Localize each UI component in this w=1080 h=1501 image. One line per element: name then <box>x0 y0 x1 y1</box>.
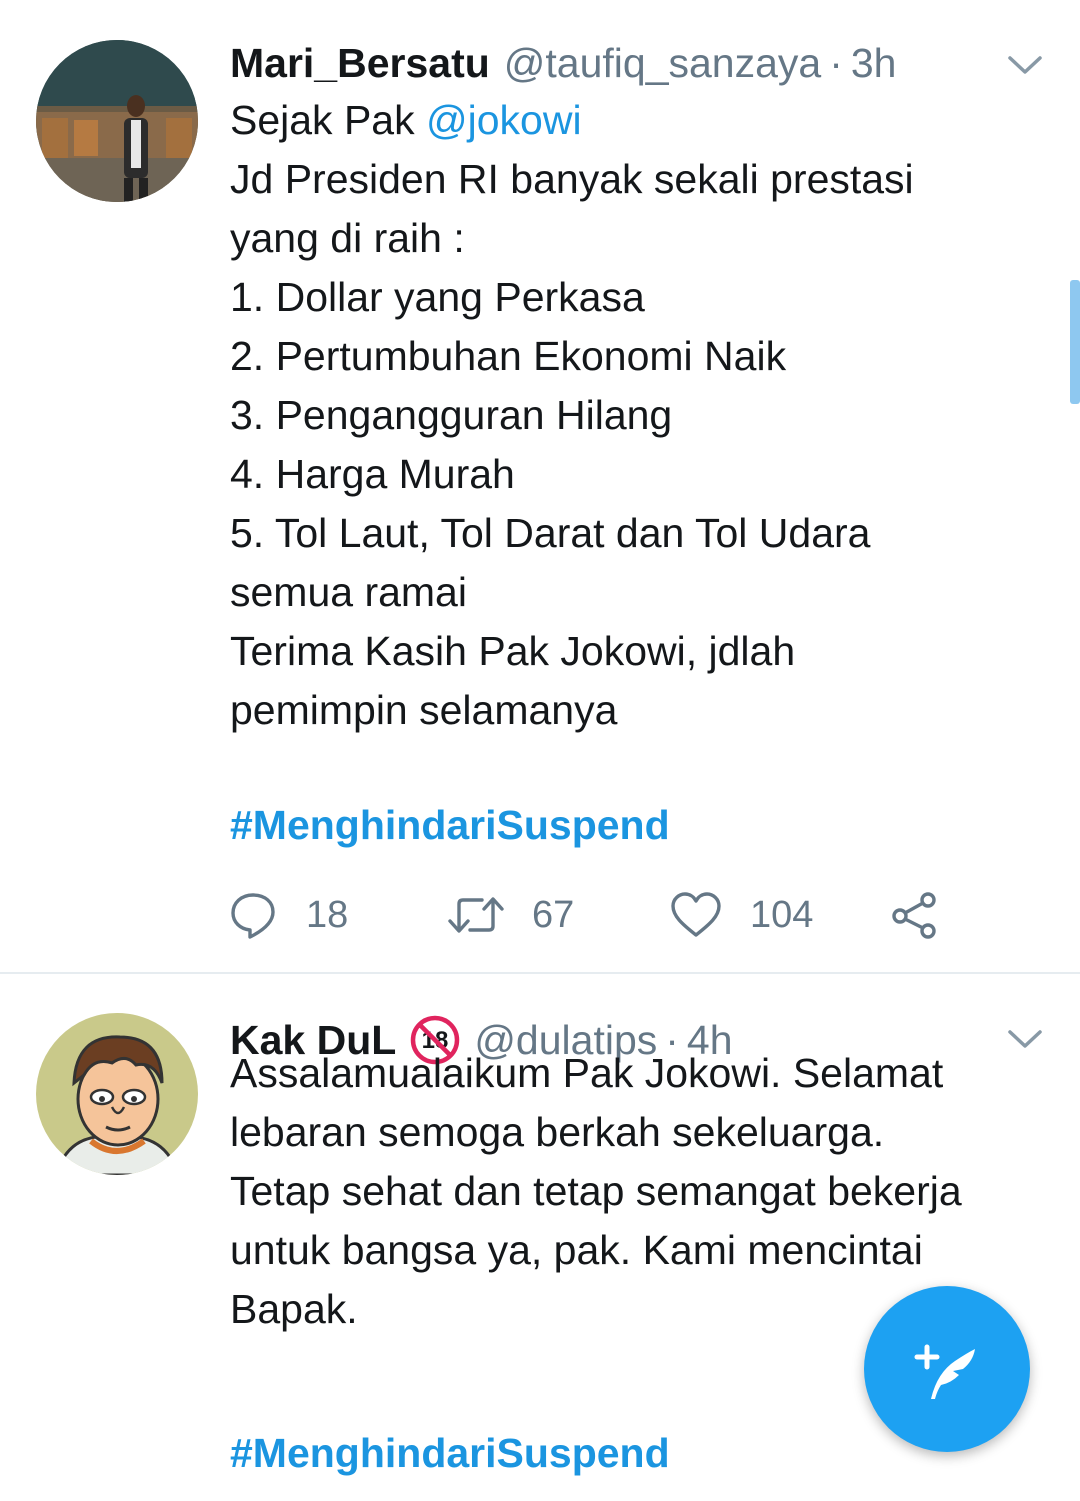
reply-button[interactable]: 18 <box>228 888 348 942</box>
hashtag-link[interactable]: #MenghindariSuspend <box>230 1430 670 1477</box>
avatar[interactable] <box>36 1013 198 1175</box>
tweet-text: Sejak Pak @jokowi Jd Presiden RI banyak … <box>230 91 1050 740</box>
retweet-icon <box>448 897 504 933</box>
retweet-button[interactable]: 67 <box>448 888 574 942</box>
tweet-header: Mari_Bersatu @taufiq_sanzaya · 3h <box>230 36 896 90</box>
compose-tweet-button[interactable] <box>864 1286 1030 1452</box>
chevron-down-icon[interactable] <box>1004 50 1046 80</box>
share-icon <box>892 892 936 939</box>
avatar-image <box>36 40 198 202</box>
tweet-actions: 18 67 104 <box>228 888 948 942</box>
like-button[interactable]: 104 <box>670 888 813 942</box>
share-button[interactable] <box>890 888 940 942</box>
retweet-count: 67 <box>532 893 575 936</box>
avatar[interactable] <box>36 40 198 202</box>
timestamp[interactable]: 3h <box>851 40 897 87</box>
mention-link[interactable]: @jokowi <box>426 97 582 143</box>
like-count: 104 <box>750 893 814 936</box>
tweet-item[interactable]: Mari_Bersatu @taufiq_sanzaya · 3h Sejak … <box>0 0 1080 974</box>
avatar-image <box>36 1013 198 1175</box>
scrollbar-thumb[interactable] <box>1070 280 1080 404</box>
heart-icon <box>671 892 721 937</box>
separator-dot: · <box>829 39 843 86</box>
display-name[interactable]: Mari_Bersatu <box>230 40 490 87</box>
reply-count: 18 <box>306 893 349 936</box>
user-handle[interactable]: @taufiq_sanzaya <box>504 40 821 87</box>
reply-icon <box>231 893 275 939</box>
hashtag-link[interactable]: #MenghindariSuspend <box>230 802 670 849</box>
compose-tweet-icon <box>914 1344 975 1399</box>
tweet-text-intro: Sejak Pak <box>230 97 426 143</box>
tweet-text-main: Jd Presiden RI banyak sekali prestasi ya… <box>230 156 914 733</box>
